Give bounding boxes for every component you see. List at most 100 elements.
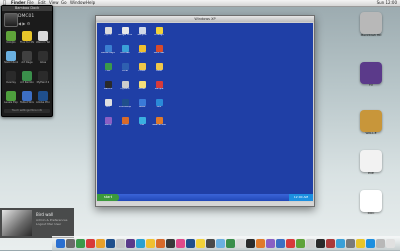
dock-app-icon[interactable] bbox=[316, 239, 325, 248]
menu-go[interactable]: Go bbox=[61, 0, 67, 6]
app-icon bbox=[104, 63, 112, 70]
app-icon bbox=[155, 27, 163, 34]
dock-app-icon[interactable] bbox=[196, 239, 205, 248]
app-icon bbox=[121, 27, 129, 34]
bamboo-tile[interactable]: MyPaint 2 bbox=[36, 71, 50, 87]
desktop-icon[interactable]: EVE bbox=[353, 150, 389, 175]
bamboo-tile[interactable]: Tablet Windows bbox=[20, 91, 34, 107]
desktop-icon[interactable]: WALL-E bbox=[353, 110, 389, 135]
dock-app-icon[interactable] bbox=[176, 239, 185, 248]
xp-desktop-icon[interactable]: Corel bbox=[118, 63, 132, 77]
dock-app-icon[interactable] bbox=[336, 239, 345, 248]
dock-app-icon[interactable] bbox=[276, 239, 285, 248]
xp-desktop-icon[interactable]: Doc bbox=[101, 99, 115, 113]
xp-desktop-icon[interactable]: Photoshop bbox=[118, 99, 132, 113]
app-icon bbox=[6, 91, 16, 101]
vm-titlebar[interactable]: Windows XP bbox=[96, 16, 314, 32]
dock-app-icon[interactable] bbox=[216, 239, 225, 248]
bamboo-controls[interactable]: ◀ ▶ ⚙ bbox=[18, 21, 30, 26]
bamboo-tile[interactable]: Levels Exp bbox=[4, 91, 18, 107]
icon-label: Paint Net bbox=[153, 52, 165, 54]
dock-app-icon[interactable] bbox=[286, 239, 295, 248]
icon-label: TV bbox=[369, 83, 373, 87]
dock-app-icon[interactable] bbox=[326, 239, 335, 248]
xp-desktop-icon[interactable]: Tablet bbox=[135, 99, 149, 113]
dock-app-icon[interactable] bbox=[76, 239, 85, 248]
xp-desktop-icon[interactable]: Brush bbox=[118, 117, 132, 131]
bamboo-tile[interactable]: Overlay bbox=[4, 71, 18, 87]
app-icon bbox=[138, 99, 146, 106]
xp-desktop-icon[interactable]: Flux bbox=[101, 63, 115, 77]
icon-label: My PC bbox=[104, 34, 112, 36]
icon-label: Google Chrome bbox=[118, 34, 132, 36]
dock-app-icon[interactable] bbox=[156, 239, 165, 248]
dock-app-icon[interactable] bbox=[346, 239, 355, 248]
bamboo-tile[interactable]: Wacom Tablet bbox=[36, 31, 50, 47]
dock-app-icon[interactable] bbox=[106, 239, 115, 248]
tile-label: Wacom Tablet bbox=[36, 41, 50, 44]
user-info-line2[interactable]: Logout Mac User bbox=[36, 222, 67, 226]
dock-app-icon[interactable] bbox=[206, 239, 215, 248]
xp-desktop-icon[interactable]: Media Player bbox=[101, 45, 115, 59]
bamboo-footer[interactable]: Touch settings More info bbox=[4, 109, 50, 113]
xp-desktop-icon[interactable]: File bbox=[135, 117, 149, 131]
xp-desktop-icon[interactable]: My PC bbox=[101, 27, 115, 41]
dock-app-icon[interactable] bbox=[246, 239, 255, 248]
dock-app-icon[interactable] bbox=[226, 239, 235, 248]
xp-desktop-icon[interactable]: Alias bbox=[152, 63, 166, 77]
dock-app-icon[interactable] bbox=[376, 239, 385, 248]
bamboo-tile[interactable]: Sketchbook Pro bbox=[4, 51, 18, 67]
xp-desktop-icon[interactable]: ACDSee bbox=[118, 45, 132, 59]
dock-app-icon[interactable] bbox=[186, 239, 195, 248]
xp-desktop-icon[interactable]: Paint Net bbox=[152, 45, 166, 59]
xp-desktop-icon[interactable]: Notes bbox=[135, 81, 149, 95]
vm-window-title: Windows XP bbox=[194, 17, 216, 21]
xp-desktop-icon[interactable]: MyPaint bbox=[118, 81, 132, 95]
xp-desktop-icon[interactable]: Folder bbox=[135, 63, 149, 77]
xp-desktop-icon[interactable]: NewCanvas bbox=[152, 117, 166, 131]
xp-desktop-icon[interactable]: Wacom bbox=[101, 81, 115, 95]
vm-desktop: My PC Google Chrome Recycle ArtRage Media Pl… bbox=[97, 23, 313, 201]
bamboo-tile[interactable]: Flux for Mac bbox=[20, 31, 34, 47]
dock-app-icon[interactable] bbox=[306, 239, 315, 248]
dock-app-icon[interactable] bbox=[136, 239, 145, 248]
app-icon bbox=[138, 81, 146, 88]
dock-app-icon[interactable] bbox=[356, 239, 365, 248]
dock-app-icon[interactable] bbox=[146, 239, 155, 248]
xp-desktop-icon[interactable]: Recycle bbox=[135, 27, 149, 41]
dock-app-icon[interactable] bbox=[266, 239, 275, 248]
desktop-icon[interactable]: TV bbox=[353, 62, 389, 87]
start-button[interactable]: start bbox=[97, 194, 119, 201]
bamboo-tile[interactable]: Adobe Photoshop bbox=[36, 91, 50, 107]
dock-app-icon[interactable] bbox=[386, 239, 395, 248]
xp-desktop-icon[interactable]: Google Chrome bbox=[118, 27, 132, 41]
bamboo-tile[interactable]: Alias bbox=[36, 51, 50, 67]
xp-desktop-icon[interactable]: Sample bbox=[152, 81, 166, 95]
icon-label: Brush bbox=[121, 124, 129, 126]
menu-help[interactable]: Help bbox=[86, 0, 95, 6]
dock-app-icon[interactable] bbox=[256, 239, 265, 248]
dock-app-icon[interactable] bbox=[116, 239, 125, 248]
menu-window[interactable]: Window bbox=[70, 0, 86, 6]
xp-desktop-icon[interactable]: Sketch bbox=[135, 45, 149, 59]
bamboo-tile[interactable]: Kolojko bbox=[4, 31, 18, 47]
xp-desktop-icon[interactable]: ArtRage bbox=[152, 27, 166, 41]
bamboo-dock-title: Bamboo Dock bbox=[2, 6, 52, 11]
dock-app-icon[interactable] bbox=[236, 239, 245, 248]
app-icon bbox=[155, 99, 163, 106]
desktop-icon[interactable]: Macintosh HD bbox=[353, 12, 389, 37]
bamboo-tile[interactable]: Art Rage bbox=[20, 51, 34, 67]
dock-app-icon[interactable] bbox=[366, 239, 375, 248]
dock-app-icon[interactable] bbox=[56, 239, 65, 248]
desktop-icon[interactable]: DOC bbox=[353, 190, 389, 215]
dock-app-icon[interactable] bbox=[66, 239, 75, 248]
xp-desktop-icon[interactable]: APR bbox=[152, 99, 166, 113]
dock-app-icon[interactable] bbox=[126, 239, 135, 248]
dock-app-icon[interactable] bbox=[96, 239, 105, 248]
dock-app-icon[interactable] bbox=[166, 239, 175, 248]
xp-desktop-icon[interactable]: Setup bbox=[101, 117, 115, 131]
dock-app-icon[interactable] bbox=[86, 239, 95, 248]
dock-app-icon[interactable] bbox=[296, 239, 305, 248]
bamboo-tile[interactable]: Art Rambo bbox=[20, 71, 34, 87]
app-icon bbox=[138, 45, 146, 52]
